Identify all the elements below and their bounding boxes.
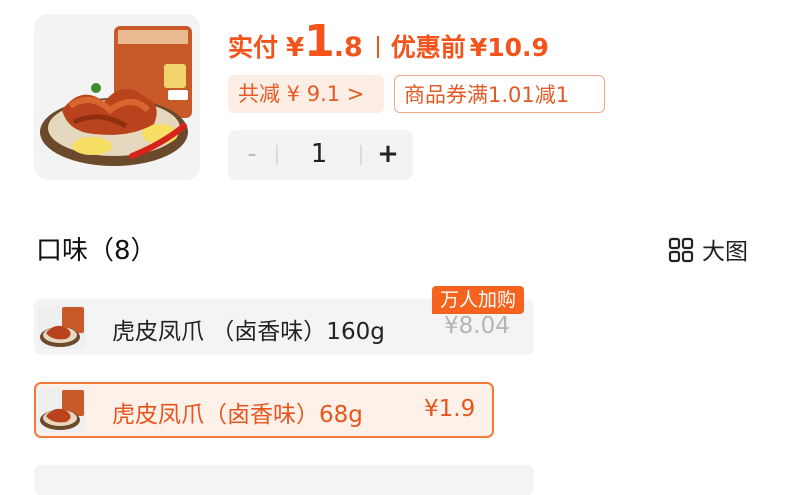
paid-label: 实付 bbox=[228, 33, 279, 62]
flavor-option-price: ¥1.9 bbox=[424, 396, 476, 422]
popular-tag: 万人加购 bbox=[432, 286, 525, 314]
flavor-section-title: 口味（8） bbox=[36, 236, 157, 266]
flavor-option-name: 虎皮凤爪（卤香味）68g bbox=[112, 402, 363, 428]
price-decimal: .8 bbox=[333, 32, 363, 63]
large-image-label: 大图 bbox=[702, 239, 748, 265]
total-reduction-chip[interactable]: 共减 ¥ 9.1 > bbox=[228, 75, 384, 113]
decrease-button[interactable]: - bbox=[228, 130, 276, 180]
grid-icon bbox=[668, 237, 694, 263]
braised-chicken-feet-image bbox=[34, 14, 200, 180]
flavor-thumbnail bbox=[38, 305, 86, 349]
flavor-option-name: 虎皮凤爪 （卤香味）160g bbox=[112, 319, 385, 345]
product-image[interactable] bbox=[34, 14, 200, 180]
increase-button[interactable]: + bbox=[363, 130, 413, 180]
coupon-chip[interactable]: 商品券满1.01减1 bbox=[394, 75, 605, 113]
stepper-divider bbox=[360, 145, 362, 165]
flavor-option[interactable] bbox=[34, 465, 534, 495]
large-image-toggle[interactable]: 大图 bbox=[668, 232, 748, 266]
quantity-stepper: - 1 + bbox=[228, 130, 413, 180]
pre-discount-price: ¥10.9 bbox=[469, 33, 549, 62]
price-divider bbox=[376, 36, 379, 58]
flavor-option-price: ¥8.04 bbox=[444, 313, 510, 339]
quantity-input[interactable]: 1 bbox=[278, 130, 360, 180]
price-integer: 1 bbox=[304, 16, 335, 67]
currency-symbol: ¥ bbox=[286, 33, 305, 63]
price-summary: 实付 ¥1.8 优惠前 ¥10.9 bbox=[228, 16, 549, 76]
pre-discount-label: 优惠前 bbox=[390, 33, 466, 62]
flavor-thumbnail bbox=[38, 388, 86, 432]
flavor-option-selected[interactable]: 虎皮凤爪（卤香味）68g ¥1.9 bbox=[34, 382, 494, 438]
